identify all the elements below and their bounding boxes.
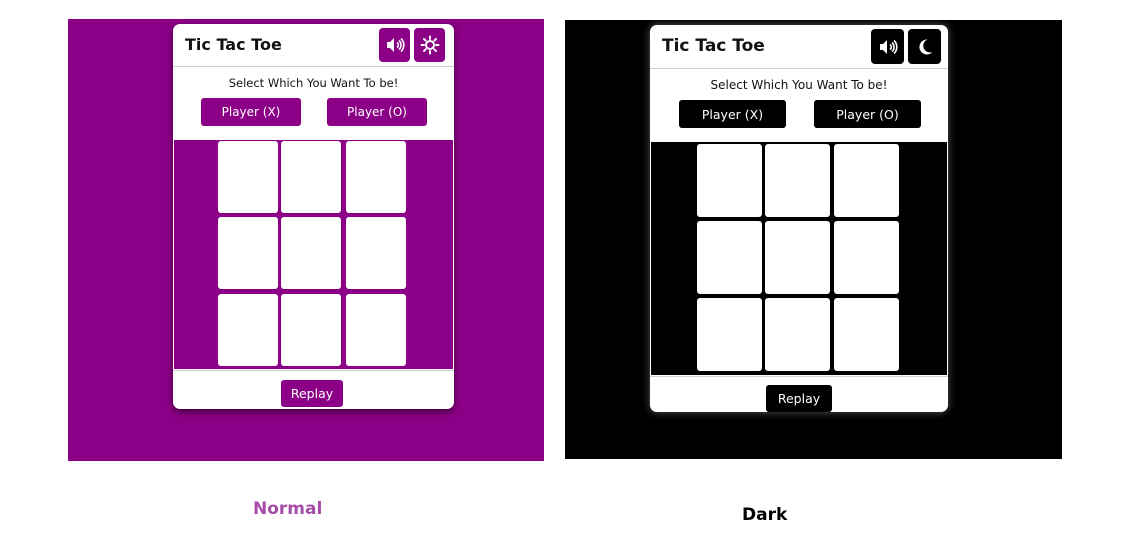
player-o-button[interactable]: Player (O): [814, 100, 921, 128]
board-cell[interactable]: [346, 217, 406, 289]
card-header: Tic Tac Toe: [650, 25, 948, 69]
board-cell[interactable]: [218, 217, 278, 289]
board-cell[interactable]: [834, 144, 899, 217]
sound-toggle-button[interactable]: [379, 28, 410, 62]
board-cell[interactable]: [765, 221, 830, 294]
board-cell[interactable]: [218, 294, 278, 366]
app-title: Tic Tac Toe: [185, 35, 282, 54]
board-cell[interactable]: [834, 298, 899, 371]
game-card: Tic Tac Toe Select Which You Want To be!…: [173, 24, 454, 409]
game-card: Tic Tac Toe Select Which You Want To be!…: [650, 25, 948, 412]
board-cell[interactable]: [765, 298, 830, 371]
select-prompt: Select Which You Want To be!: [228, 76, 399, 90]
player-x-button[interactable]: Player (X): [201, 98, 301, 126]
moon-icon: [918, 38, 932, 54]
board-cell[interactable]: [281, 141, 341, 213]
footer-divider: [650, 376, 948, 377]
speaker-icon: [386, 37, 405, 53]
theme-toggle-button[interactable]: [908, 29, 941, 64]
app-title: Tic Tac Toe: [662, 36, 765, 56]
replay-button[interactable]: Replay: [281, 380, 343, 407]
card-header: Tic Tac Toe: [173, 24, 454, 67]
board-cell[interactable]: [765, 144, 830, 217]
speaker-icon: [879, 39, 898, 54]
normal-caption: Normal: [253, 499, 323, 519]
footer-divider: [173, 370, 454, 371]
select-prompt: Select Which You Want To be!: [710, 78, 888, 92]
board-cell[interactable]: [346, 141, 406, 213]
sun-icon: [420, 35, 439, 55]
board-cell[interactable]: [281, 217, 341, 289]
game-board: [651, 142, 947, 375]
board-cell[interactable]: [281, 294, 341, 366]
board-cell[interactable]: [697, 221, 762, 294]
dark-theme-panel: Tic Tac Toe Select Which You Want To be!…: [565, 20, 1062, 459]
board-cell[interactable]: [697, 298, 762, 371]
normal-theme-panel: Tic Tac Toe Select Which You Want To be!…: [68, 19, 544, 461]
dark-caption: Dark: [742, 505, 788, 525]
board-cell[interactable]: [834, 221, 899, 294]
replay-button[interactable]: Replay: [766, 385, 832, 412]
board-cell[interactable]: [697, 144, 762, 217]
game-board: [174, 140, 453, 369]
board-cell[interactable]: [346, 294, 406, 366]
sound-toggle-button[interactable]: [871, 29, 904, 64]
player-x-button[interactable]: Player (X): [679, 100, 786, 128]
board-cell[interactable]: [218, 141, 278, 213]
theme-toggle-button[interactable]: [414, 28, 445, 62]
player-o-button[interactable]: Player (O): [327, 98, 427, 126]
